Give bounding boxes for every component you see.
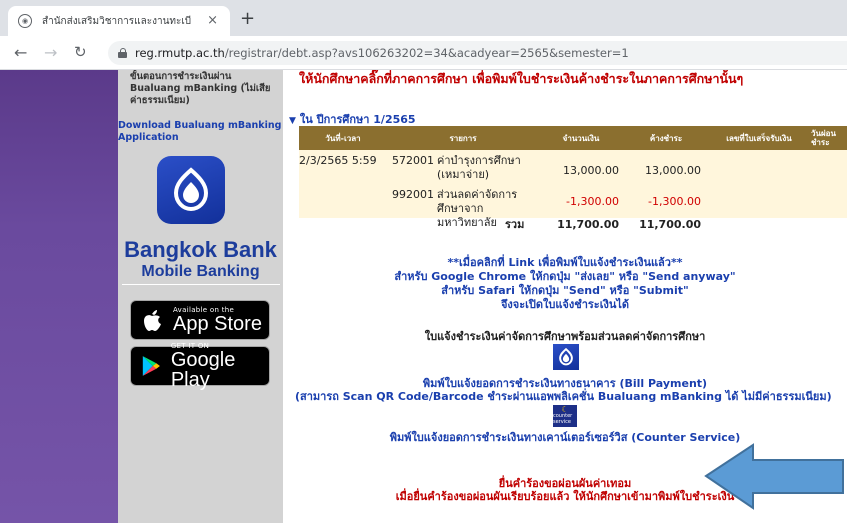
sidebar-divider <box>122 284 280 285</box>
browser-tab-bar: ◉ สำนักส่งเสริมวิชาการและงานทะเบียน × + <box>0 0 847 36</box>
browser-tab[interactable]: ◉ สำนักส่งเสริมวิชาการและงานทะเบียน × <box>8 6 230 36</box>
new-tab-button[interactable]: + <box>240 8 255 29</box>
page-header: ให้นักศึกษาคลิ๊กที่ภาคการศึกษา เพื่อพิมพ… <box>299 71 744 86</box>
debt-table: วันที่-เวลา รายการ จำนวนเงิน ค้างชำระ เล… <box>299 126 847 231</box>
notice-line-3: สำหรับ Safari ให้กดปุ่ม "Send" หรือ "Sub… <box>441 284 689 297</box>
row1-outstanding: 13,000.00 <box>645 164 701 177</box>
row1-datetime: 2/3/2565 5:59 <box>299 154 377 167</box>
bualuang-logo-icon[interactable] <box>157 156 225 224</box>
col-header-receipt: เลขที่ใบเสร็จรับเงิน <box>726 133 792 143</box>
table-header-row: วันที่-เวลา รายการ จำนวนเงิน ค้างชำระ เล… <box>299 126 847 150</box>
googleplay-big-text: Google Play <box>170 349 236 391</box>
notice-line-1: **เมื่อคลิกที่ Link เพื่อพิมพ์ใบแจ้งชำระ… <box>447 256 683 269</box>
col-header-installment: วันผ่อนชำระ <box>811 129 836 147</box>
sidebar: ขั้นตอนการชำระเงินผ่าน Bualuang mBanking… <box>118 70 283 523</box>
reload-icon[interactable]: ↻ <box>74 43 87 61</box>
payment-instructions-link[interactable]: ขั้นตอนการชำระเงินผ่าน Bualuang mBanking… <box>130 71 280 107</box>
lock-icon <box>118 48 127 58</box>
bank-subtitle: Mobile Banking <box>141 263 260 280</box>
row1-desc: ค่าบำรุงการศึกษา (เหมาจ่าย) <box>437 154 521 181</box>
purple-background-strip <box>0 70 118 523</box>
google-play-icon <box>142 356 160 376</box>
total-outstanding: 11,700.00 <box>639 218 701 231</box>
apple-icon <box>144 310 161 331</box>
total-amount: 11,700.00 <box>557 218 619 231</box>
table-body: 2/3/2565 5:59 572001 ค่าบำรุงการศึกษา (เ… <box>299 150 847 229</box>
web-page: ขั้นตอนการชำระเงินผ่าน Bualuang mBanking… <box>0 70 847 523</box>
col-header-amount: จำนวนเงิน <box>562 133 600 143</box>
left-arrow-annotation <box>704 443 844 510</box>
counter-service-icon[interactable]: ☾ counter service <box>553 405 577 427</box>
bill-payment-note: (สามารถ Scan QR Code/Barcode ชำระผ่านแอพ… <box>295 390 832 403</box>
bill-payment-link[interactable]: พิมพ์ใบแจ้งยอดการชำระเงินทางธนาคาร (Bill… <box>283 377 847 390</box>
col-header-outstanding: ค้างชำระ <box>649 133 683 143</box>
total-label: รวม <box>505 218 525 231</box>
address-bar: ← → ↻ reg.rmutp.ac.th/registrar/debt.asp… <box>0 36 847 70</box>
close-tab-icon[interactable]: × <box>207 13 218 28</box>
url-input[interactable]: reg.rmutp.ac.th/registrar/debt.asp?avs10… <box>108 41 847 65</box>
forward-arrow-icon[interactable]: → <box>44 43 57 62</box>
app-store-button[interactable]: Available on the App Store <box>130 300 270 340</box>
bill-payment-icon[interactable] <box>553 344 579 370</box>
bank-name: Bangkok Bank <box>124 237 277 262</box>
triangle-down-icon: ▼ <box>289 116 296 126</box>
notice-line-2: สำหรับ Google Chrome ให้กดปุ่ม "ส่งเลย" … <box>394 270 736 283</box>
download-app-link[interactable]: Download Bualuang mBanking Application <box>118 120 283 144</box>
row1-amount: 13,000.00 <box>563 164 619 177</box>
url-text: reg.rmutp.ac.th/registrar/debt.asp?avs10… <box>135 46 629 60</box>
back-arrow-icon[interactable]: ← <box>14 43 27 62</box>
invoice-title: ใบแจ้งชำระเงินค่าจัดการศึกษาพร้อมส่วนลดค… <box>424 330 706 343</box>
appstore-big-text: App Store <box>173 313 262 335</box>
globe-icon: ◉ <box>18 14 32 28</box>
notice-line-4: จึงจะเปิดใบแจ้งชำระเงินได้ <box>500 298 630 311</box>
col-header-datetime: วันที่-เวลา <box>325 133 361 143</box>
google-play-button[interactable]: GET IT ON Google Play <box>130 342 270 390</box>
row1-code: 572001 <box>392 154 434 167</box>
tab-title: สำนักส่งเสริมวิชาการและงานทะเบียน <box>42 15 192 27</box>
row2-code: 992001 <box>392 188 434 201</box>
table-total-row: รวม 11,700.00 11,700.00 <box>299 216 847 234</box>
row2-outstanding: -1,300.00 <box>648 195 701 208</box>
col-header-item: รายการ <box>449 133 477 143</box>
row2-amount: -1,300.00 <box>566 195 619 208</box>
